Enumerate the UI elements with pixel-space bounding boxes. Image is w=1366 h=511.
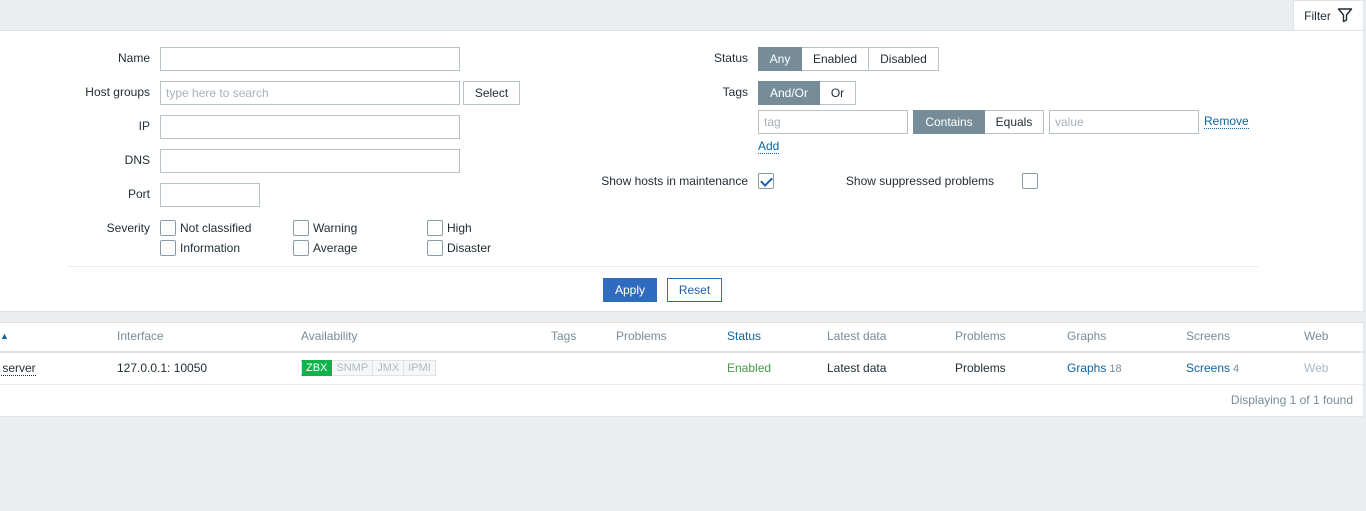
status-any-option[interactable]: Any (758, 47, 802, 71)
severity-not-classified-checkbox[interactable] (160, 220, 176, 236)
dns-label: DNS (124, 153, 150, 167)
problems-column-header: Problems (616, 329, 667, 343)
latest-data-column-header: Latest data (827, 329, 887, 343)
availability-column-header: Availability (301, 329, 358, 343)
tag-match-toggle: Contains Equals (913, 110, 1044, 134)
severity-high-label: High (447, 221, 472, 235)
suppressed-checkbox[interactable] (1022, 173, 1039, 189)
screens-cell: Screens 4 (1186, 361, 1239, 375)
severity-high-checkbox[interactable] (427, 220, 443, 236)
latest-data-link[interactable]: Latest data (827, 361, 886, 375)
ip-label: IP (138, 119, 150, 133)
severity-label: Severity (106, 221, 150, 235)
severity-warning[interactable]: Warning (293, 220, 357, 236)
suppressed-label: Show suppressed problems (845, 174, 994, 188)
header-divider (0, 351, 1363, 353)
funnel-icon (1337, 7, 1353, 26)
host-groups-label: Host groups (85, 85, 150, 99)
screens-link[interactable]: Screens (1186, 361, 1230, 375)
tag-value-input[interactable] (1049, 110, 1199, 134)
host-groups-input[interactable] (160, 81, 460, 105)
graphs-count: 18 (1109, 363, 1122, 375)
problems2-column-header: Problems (955, 329, 1006, 343)
severity-information-checkbox[interactable] (160, 240, 176, 256)
port-label: Port (127, 187, 150, 201)
sort-asc-icon: ▲ (0, 331, 9, 341)
filter-tab-label: Filter (1304, 9, 1331, 23)
filter-panel: Name Host groups Select IP DNS Port Seve… (0, 30, 1364, 312)
severity-disaster-checkbox[interactable] (427, 240, 443, 256)
row-divider (0, 384, 1363, 385)
tag-add-link[interactable]: Add (758, 140, 780, 154)
severity-warning-label: Warning (313, 221, 358, 235)
ipmi-badge: IPMI (404, 360, 436, 376)
port-input[interactable] (160, 183, 260, 207)
host-status-link[interactable]: Enabled (727, 361, 771, 375)
table-footer: Displaying 1 of 1 found (1230, 393, 1353, 407)
availability-badges: ZBX SNMP JMX IPMI (301, 360, 436, 376)
tags-andor-option[interactable]: And/Or (758, 81, 820, 105)
jmx-badge: JMX (373, 360, 405, 376)
severity-disaster-label: Disaster (447, 241, 492, 255)
name-input[interactable] (160, 47, 460, 71)
severity-high[interactable]: High (427, 220, 472, 236)
ip-input[interactable] (160, 115, 460, 139)
screens-count: 4 (1233, 363, 1240, 375)
tag-name-input[interactable] (758, 110, 908, 134)
severity-warning-checkbox[interactable] (293, 220, 309, 236)
status-toggle: Any Enabled Disabled (758, 47, 939, 71)
severity-information-label: Information (180, 241, 241, 255)
hosts-table: ▲ Interface Availability Tags Problems S… (0, 322, 1364, 417)
severity-average[interactable]: Average (293, 240, 357, 256)
web-column-header: Web (1304, 329, 1329, 343)
tags-or-option[interactable]: Or (820, 81, 856, 105)
severity-not-classified[interactable]: Not classified (160, 220, 251, 236)
graphs-link[interactable]: Graphs (1067, 361, 1106, 375)
filter-tab[interactable]: Filter (1293, 0, 1364, 31)
screens-column-header: Screens (1186, 329, 1231, 343)
apply-button[interactable]: Apply (603, 278, 657, 302)
status-column-header[interactable]: Status (727, 329, 761, 343)
graphs-cell: Graphs 18 (1067, 361, 1122, 375)
zbx-badge: ZBX (301, 360, 333, 376)
severity-disaster[interactable]: Disaster (427, 240, 491, 256)
host-name-link[interactable]: x server (0, 361, 36, 376)
name-label: Name (117, 51, 150, 65)
status-enabled-option[interactable]: Enabled (802, 47, 869, 71)
interface-column-header: Interface (117, 329, 164, 343)
problems-link[interactable]: Problems (955, 361, 1006, 375)
host-interface: 127.0.0.1: 10050 (117, 361, 208, 375)
severity-information[interactable]: Information (160, 240, 240, 256)
tag-equals-option[interactable]: Equals (985, 110, 1044, 134)
web-cell: Web (1304, 361, 1329, 375)
snmp-badge: SNMP (332, 360, 374, 376)
severity-average-checkbox[interactable] (293, 240, 309, 256)
tag-remove-link[interactable]: Remove (1204, 115, 1249, 129)
host-groups-select-button[interactable]: Select (463, 81, 520, 105)
tags-column-header: Tags (551, 329, 577, 343)
maintenance-label: Show hosts in maintenance (601, 174, 748, 188)
name-column-header[interactable]: ▲ (0, 328, 9, 342)
tags-label: Tags (722, 85, 748, 99)
dns-input[interactable] (160, 149, 460, 173)
severity-not-classified-label: Not classified (180, 221, 252, 235)
maintenance-checkbox[interactable] (758, 173, 774, 189)
tag-contains-option[interactable]: Contains (913, 110, 985, 134)
tags-operator-toggle: And/Or Or (758, 81, 856, 105)
status-disabled-option[interactable]: Disabled (869, 47, 939, 71)
severity-average-label: Average (313, 241, 358, 255)
graphs-column-header: Graphs (1067, 329, 1107, 343)
reset-button[interactable]: Reset (667, 278, 722, 302)
status-label: Status (713, 51, 748, 65)
filter-divider (67, 266, 1259, 267)
